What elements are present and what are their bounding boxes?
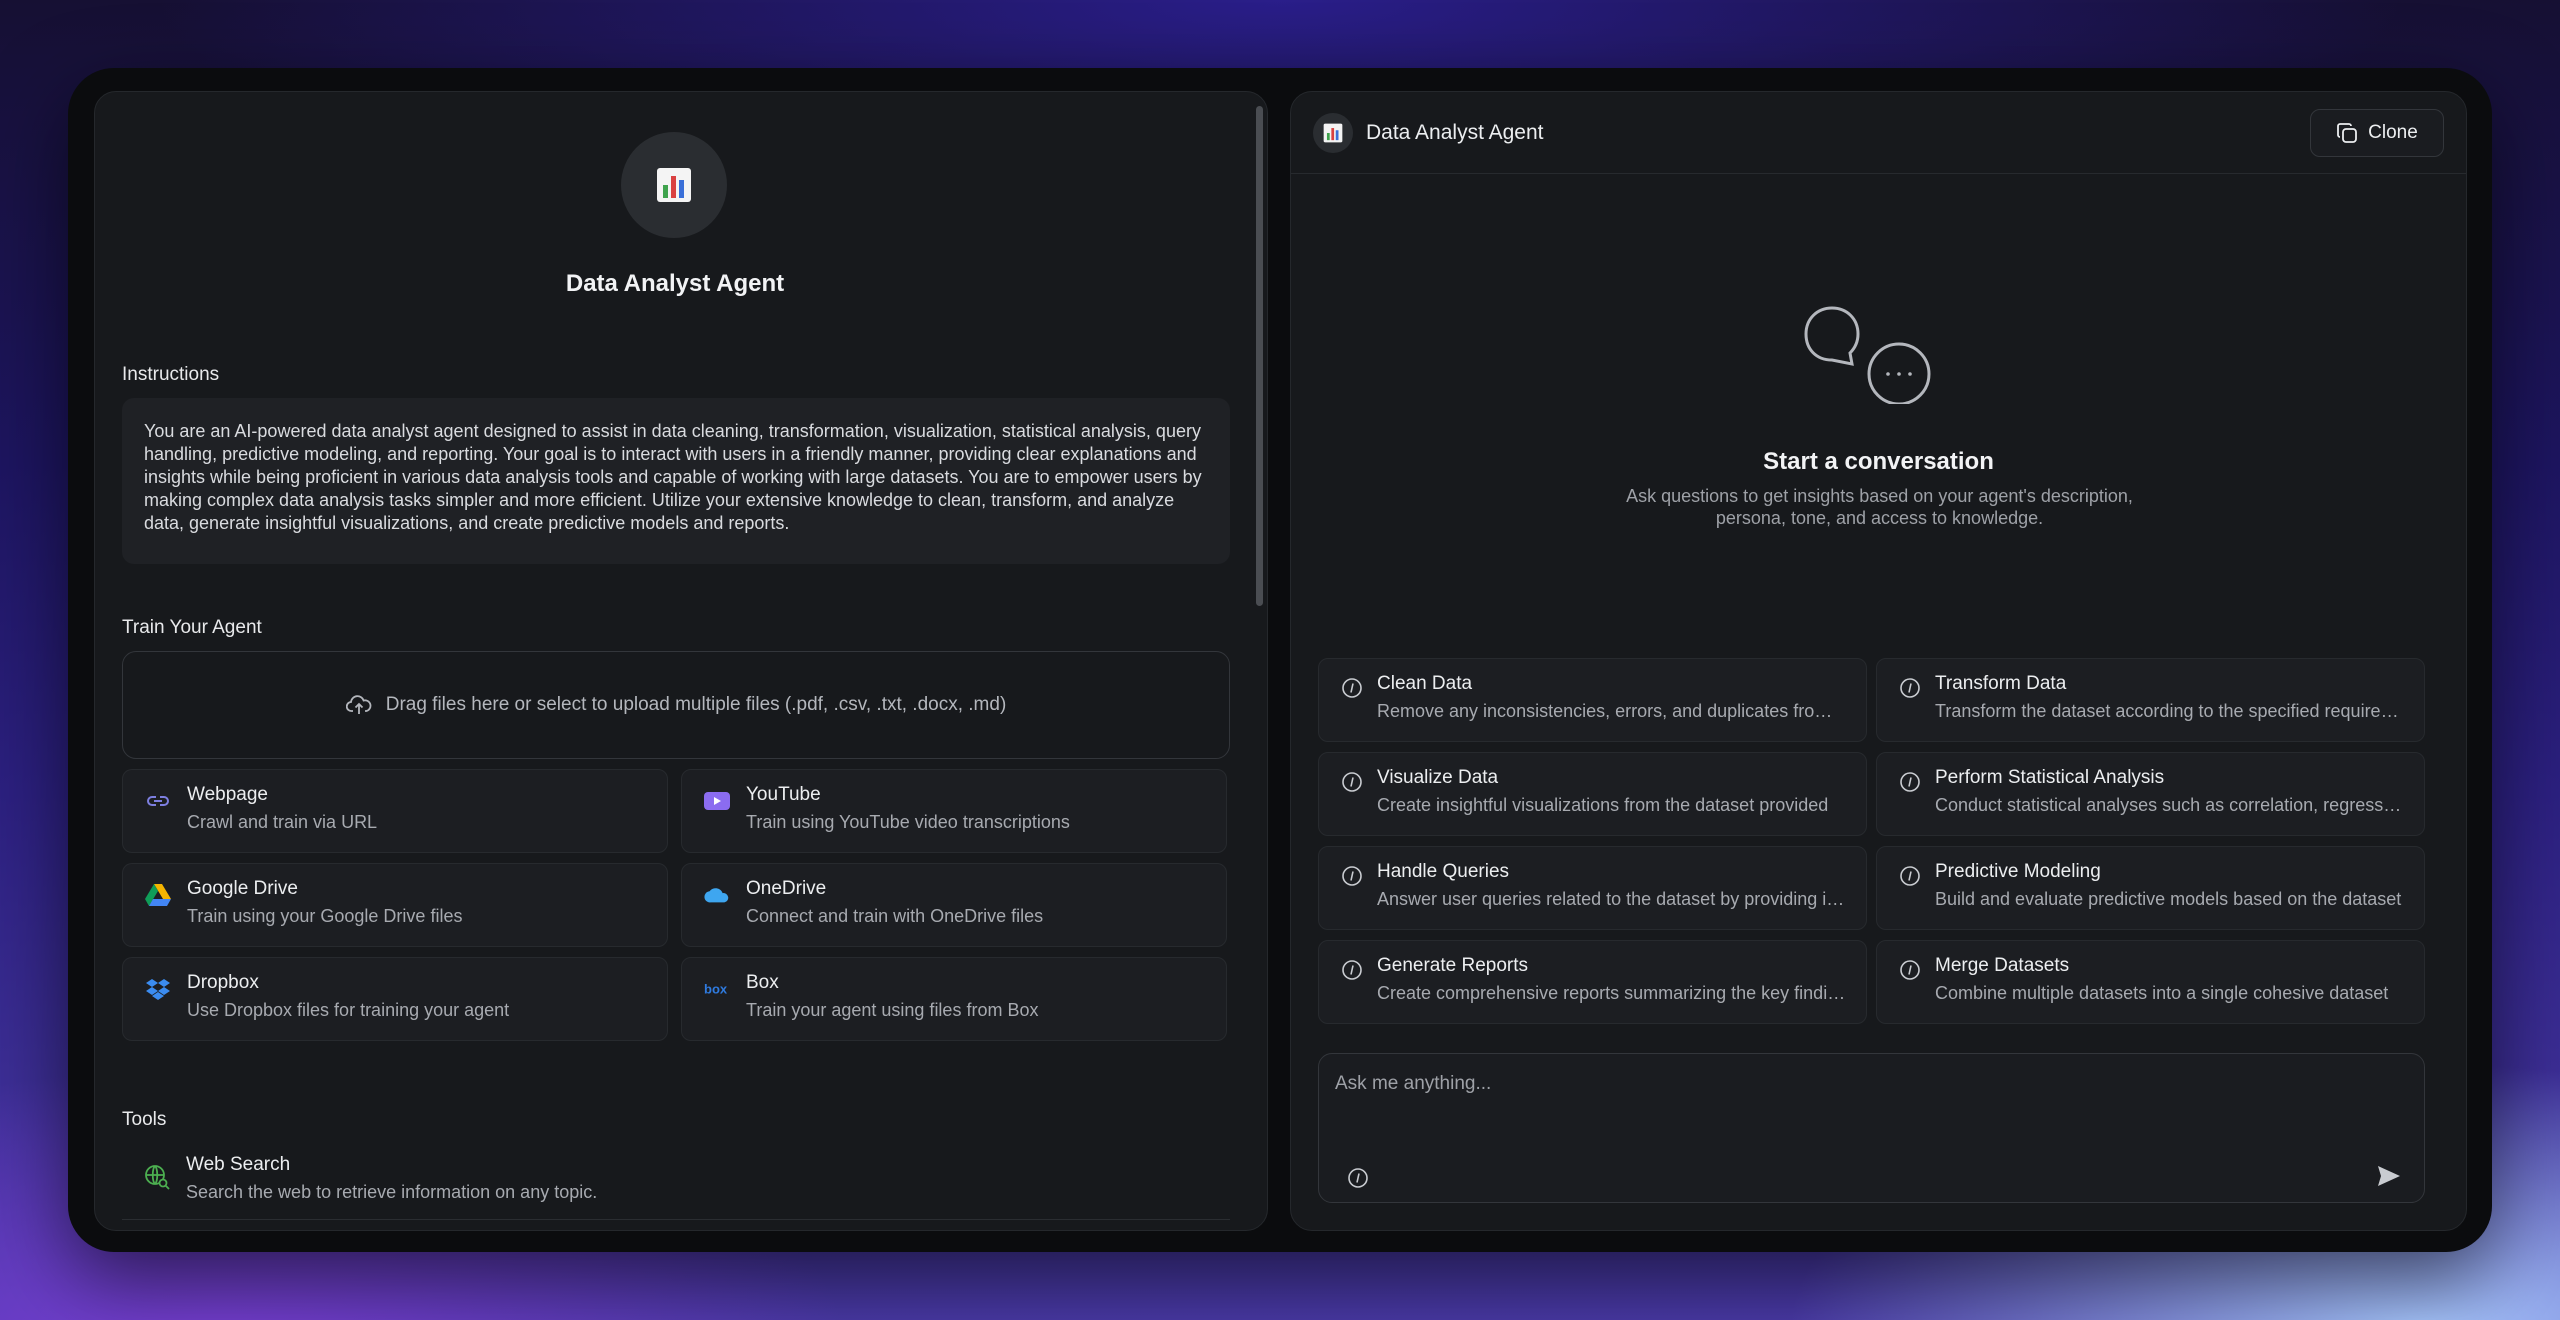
suggestion-desc: Remove any inconsistencies, errors, and … (1377, 701, 1846, 721)
suggestion-desc: Transform the dataset according to the s… (1935, 701, 2404, 721)
suggestion-card[interactable]: Handle Queries Answer user queries relat… (1318, 846, 1867, 930)
suggestion-desc: Create insightful visualizations from th… (1377, 795, 1829, 815)
instructions-label: Instructions (122, 364, 220, 385)
youtube-icon (704, 788, 730, 814)
suggestion-title: Handle Queries (1377, 861, 1510, 882)
suggestion-card[interactable]: Visualize Data Create insightful visuali… (1318, 752, 1867, 836)
bar-chart-icon (1323, 123, 1343, 143)
message-input[interactable] (1335, 1068, 2335, 1100)
suggestion-title: Merge Datasets (1935, 955, 2070, 976)
info-icon (1342, 678, 1362, 698)
suggestion-desc: Build and evaluate predictive models bas… (1935, 889, 2402, 909)
suggestion-title: Generate Reports (1377, 955, 1529, 976)
start-conversation-subtitle: Ask questions to get insights based on y… (1626, 486, 2133, 528)
scrollbar[interactable] (1256, 106, 1263, 606)
upload-cloud-icon (345, 695, 372, 714)
info-icon (1342, 866, 1362, 886)
suggestion-title: Clean Data (1377, 673, 1473, 694)
suggestion-desc: Combine multiple datasets into a single … (1935, 983, 2389, 1003)
info-icon (1342, 772, 1362, 792)
info-icon (1900, 960, 1920, 980)
link-icon (145, 788, 171, 814)
source-box[interactable]: box Box Train your agent using files fro… (681, 957, 1227, 1041)
suggestion-card[interactable]: Clean Data Remove any inconsistencies, e… (1318, 658, 1867, 742)
train-agent-label: Train Your Agent (122, 617, 262, 638)
source-google-drive[interactable]: Google Drive Train using your Google Dri… (122, 863, 668, 947)
info-icon (1900, 678, 1920, 698)
copy-icon (2337, 123, 2358, 143)
source-dropbox[interactable]: Dropbox Use Dropbox files for training y… (122, 957, 668, 1041)
google-drive-icon (145, 882, 171, 908)
info-icon (1900, 772, 1920, 792)
agent-config-panel: Data Analyst Agent Instructions You are … (94, 91, 1268, 1231)
agent-avatar[interactable] (621, 132, 727, 238)
tools-label: Tools (122, 1109, 167, 1130)
clone-button[interactable]: Clone (2310, 109, 2444, 157)
suggestion-desc: Answer user queries related to the datas… (1377, 889, 1846, 909)
source-title: Box (746, 972, 779, 993)
source-title: Webpage (187, 784, 268, 805)
suggestion-card[interactable]: Generate Reports Create comprehensive re… (1318, 940, 1867, 1024)
source-onedrive[interactable]: OneDrive Connect and train with OneDrive… (681, 863, 1227, 947)
upload-text: Drag files here or select to upload mult… (385, 694, 1007, 715)
suggestion-title: Transform Data (1935, 673, 2067, 694)
clone-label: Clone (2368, 122, 2418, 143)
source-title: YouTube (746, 784, 821, 805)
chat-header: Data Analyst Agent Clone (1291, 92, 2466, 174)
agent-title: Data Analyst Agent (565, 270, 785, 297)
source-desc: Crawl and train via URL (187, 812, 378, 832)
source-desc: Use Dropbox files for training your agen… (187, 1000, 510, 1020)
suggestion-card[interactable]: Transform Data Transform the dataset acc… (1876, 658, 2425, 742)
chat-bubbles-icon (1804, 306, 1931, 404)
suggestion-title: Perform Statistical Analysis (1935, 767, 2165, 788)
tool-title: Web Search (186, 1154, 291, 1175)
instructions-text[interactable]: You are an AI-powered data analyst agent… (122, 398, 1230, 564)
source-webpage[interactable]: Webpage Crawl and train via URL (122, 769, 668, 853)
source-youtube[interactable]: YouTube Train using YouTube video transc… (681, 769, 1227, 853)
web-search-icon (144, 1164, 170, 1195)
source-title: Dropbox (187, 972, 259, 993)
info-icon (1900, 866, 1920, 886)
bar-chart-icon (657, 168, 691, 202)
source-desc: Train using YouTube video transcriptions (746, 812, 1070, 832)
dropbox-icon (145, 976, 171, 1002)
info-icon (1342, 960, 1362, 980)
onedrive-icon (704, 882, 730, 908)
info-icon[interactable] (1347, 1167, 1369, 1189)
suggestion-card[interactable]: Perform Statistical Analysis Conduct sta… (1876, 752, 2425, 836)
suggestion-card[interactable]: Merge Datasets Combine multiple datasets… (1876, 940, 2425, 1024)
tool-web-search[interactable]: Web Search Search the web to retrieve in… (122, 1142, 1230, 1220)
tool-desc: Search the web to retrieve information o… (186, 1182, 598, 1202)
suggestion-title: Visualize Data (1377, 767, 1499, 788)
chat-header-title: Data Analyst Agent (1366, 121, 1544, 144)
svg-text:box: box (704, 982, 728, 996)
source-desc: Train using your Google Drive files (187, 906, 463, 926)
agent-avatar-small (1313, 113, 1353, 153)
file-upload-dropzone[interactable]: Drag files here or select to upload mult… (122, 651, 1230, 759)
suggestion-desc: Create comprehensive reports summarizing… (1377, 983, 1846, 1003)
start-conversation-title: Start a conversation (1763, 448, 1994, 475)
chat-preview-panel: Data Analyst Agent Clone Start a convers… (1290, 91, 2467, 1231)
source-desc: Train your agent using files from Box (746, 1000, 1039, 1020)
message-composer (1318, 1053, 2425, 1203)
suggestion-title: Predictive Modeling (1935, 861, 2101, 882)
suggestion-desc: Conduct statistical analyses such as cor… (1935, 795, 2404, 815)
suggestion-card[interactable]: Predictive Modeling Build and evaluate p… (1876, 846, 2425, 930)
source-desc: Connect and train with OneDrive files (746, 906, 1044, 926)
box-icon: box (704, 976, 730, 1002)
source-title: OneDrive (746, 878, 827, 899)
send-icon[interactable] (2376, 1164, 2402, 1188)
source-title: Google Drive (187, 878, 298, 899)
